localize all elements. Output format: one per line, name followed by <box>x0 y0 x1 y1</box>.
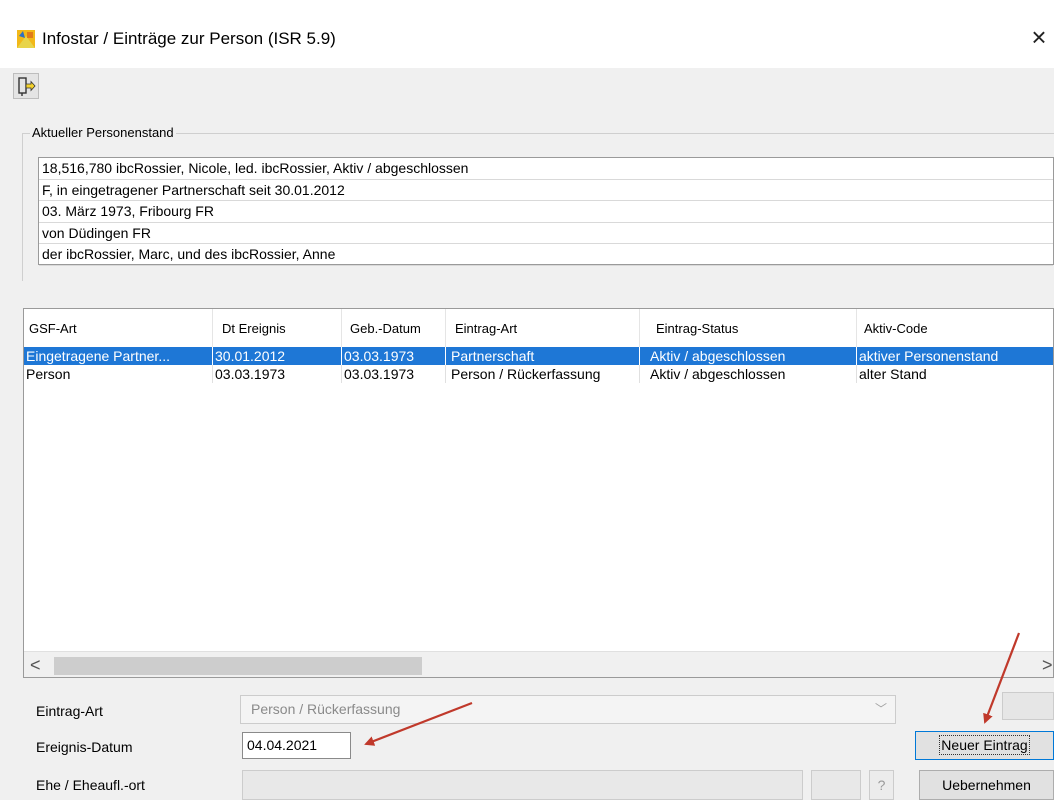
annotation-arrow <box>364 701 473 746</box>
annotation-arrows <box>364 632 1021 746</box>
annotation-arrow <box>983 632 1021 724</box>
